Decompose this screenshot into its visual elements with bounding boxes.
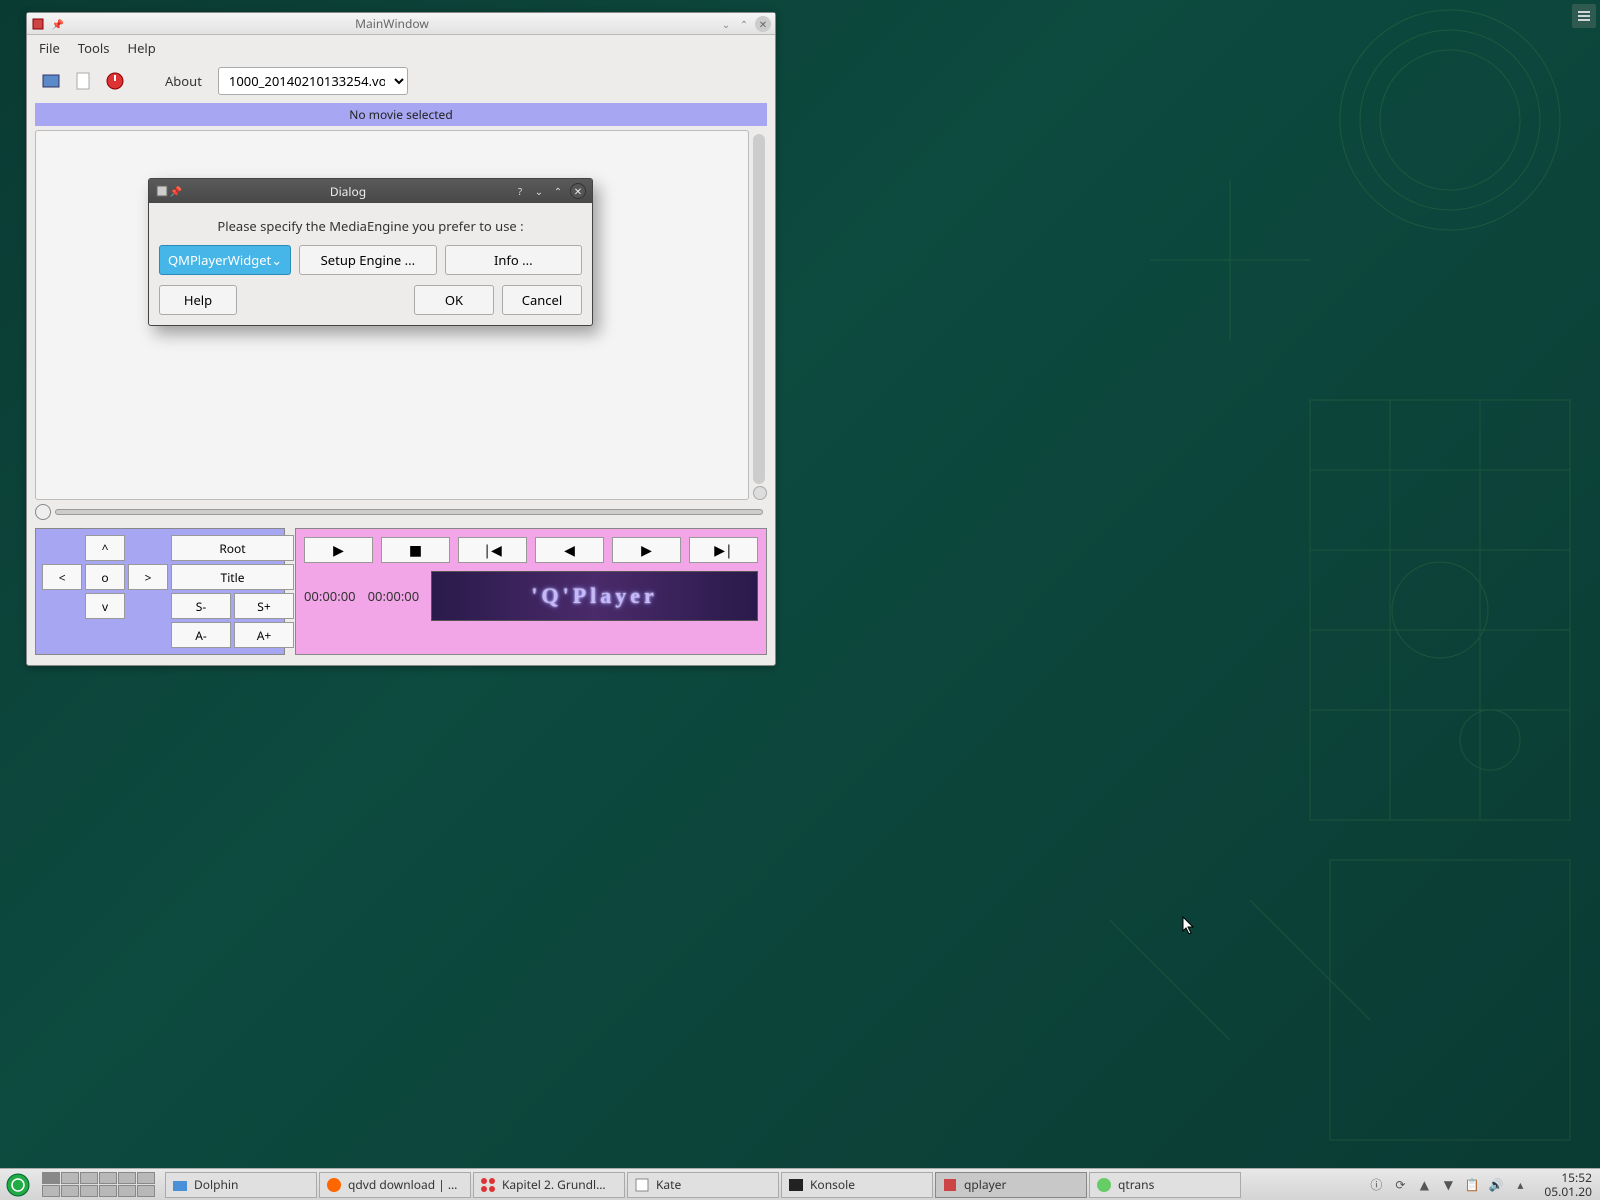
player-logo: 'Q'Player xyxy=(431,571,758,621)
seek-handle[interactable] xyxy=(35,504,51,520)
dialog-title: Dialog xyxy=(183,183,513,200)
toolbar-new-icon[interactable] xyxy=(71,69,95,93)
task-item-firefox[interactable]: qdvd download | … xyxy=(319,1172,471,1198)
subtitle-minus-button[interactable]: S- xyxy=(171,593,231,619)
menu-file[interactable]: File xyxy=(39,39,60,57)
dialog-titlebar[interactable]: 📌 Dialog ? ⌄ ⌃ ✕ xyxy=(149,179,592,203)
nav-down-button[interactable]: v xyxy=(85,593,125,619)
terminal-icon xyxy=(788,1177,804,1193)
desktop-blueprint-pattern xyxy=(1050,0,1600,1160)
nav-ok-button[interactable]: o xyxy=(85,564,125,590)
qtrans-icon xyxy=(1096,1177,1112,1193)
maximize-icon[interactable]: ⌃ xyxy=(737,17,751,31)
engine-select[interactable]: QMPlayerWidget ⌄ xyxy=(159,245,291,275)
rewind-button[interactable]: ◀ xyxy=(535,537,604,563)
tray-network-icon[interactable]: ▲ xyxy=(1416,1177,1432,1193)
forward-button[interactable]: ▶ xyxy=(612,537,681,563)
tray-clipboard-icon[interactable]: 📋 xyxy=(1464,1177,1480,1193)
dialog-ok-button[interactable]: OK xyxy=(414,285,494,315)
tray-update-icon[interactable]: ⟳ xyxy=(1392,1177,1408,1193)
dvd-nav-panel: ^ Root < o > Title v S- S+ A- A+ xyxy=(35,528,285,655)
time-total: 00:00:00 xyxy=(368,587,420,605)
main-window-titlebar[interactable]: 📌 MainWindow ⌄ ⌃ ✕ xyxy=(27,13,775,35)
desktop-pager[interactable] xyxy=(42,1172,155,1197)
scrollbar-thumb[interactable] xyxy=(753,134,765,484)
chevron-down-icon: ⌄ xyxy=(271,251,282,269)
tray-volume-icon[interactable]: 🔊 xyxy=(1488,1177,1504,1193)
tray-info-icon[interactable]: ⓘ xyxy=(1368,1177,1384,1193)
system-tray: ⓘ ⟳ ▲ ▼ 📋 🔊 ▴ xyxy=(1368,1177,1528,1193)
audio-plus-button[interactable]: A+ xyxy=(234,622,294,648)
toolbar-open-icon[interactable] xyxy=(39,69,63,93)
dialog-cancel-button[interactable]: Cancel xyxy=(502,285,582,315)
time-elapsed: 00:00:00 xyxy=(304,587,356,605)
viewer-scrollbar[interactable] xyxy=(753,130,767,500)
toolbar-power-icon[interactable] xyxy=(103,69,127,93)
tray-expand-icon[interactable]: ▴ xyxy=(1512,1177,1528,1193)
prev-button[interactable]: |◀ xyxy=(458,537,527,563)
next-button[interactable]: ▶| xyxy=(689,537,758,563)
kate-icon xyxy=(634,1177,650,1193)
seek-track[interactable] xyxy=(55,509,763,515)
engine-selected-label: QMPlayerWidget xyxy=(168,251,271,269)
task-item-dolphin[interactable]: Dolphin xyxy=(165,1172,317,1198)
desktop-menu-button[interactable] xyxy=(1572,4,1596,28)
minimize-icon[interactable]: ⌄ xyxy=(719,17,733,31)
nav-right-button[interactable]: > xyxy=(128,564,168,590)
task-items: Dolphin qdvd download | … Kapitel 2. Gru… xyxy=(165,1172,1356,1198)
playback-panel: ▶ ■ |◀ ◀ ▶ ▶| 00:00:00 00:00:00 'Q'Playe… xyxy=(295,528,767,655)
task-item-konsole[interactable]: Konsole xyxy=(781,1172,933,1198)
start-button[interactable] xyxy=(2,1171,34,1199)
setup-engine-button[interactable]: Setup Engine ... xyxy=(299,245,436,275)
main-window: 📌 MainWindow ⌄ ⌃ ✕ File Tools Help About… xyxy=(26,12,776,666)
mouse-cursor xyxy=(1182,916,1196,936)
task-item-qplayer[interactable]: qplayer xyxy=(935,1172,1087,1198)
dialog-shade-down-icon[interactable]: ⌄ xyxy=(532,184,546,198)
dialog-message: Please specify the MediaEngine you prefe… xyxy=(159,217,582,235)
task-item-kate[interactable]: Kate xyxy=(627,1172,779,1198)
pin-icon[interactable]: 📌 xyxy=(51,17,65,31)
media-engine-dialog: 📌 Dialog ? ⌄ ⌃ ✕ Please specify the Medi… xyxy=(148,178,593,326)
subtitle-plus-button[interactable]: S+ xyxy=(234,593,294,619)
scrollbar-handle[interactable] xyxy=(753,486,767,500)
app-icon xyxy=(31,17,45,31)
nav-up-button[interactable]: ^ xyxy=(85,535,125,561)
audio-minus-button[interactable]: A- xyxy=(171,622,231,648)
window-title: MainWindow xyxy=(65,15,719,32)
tray-bluetooth-icon[interactable]: ▼ xyxy=(1440,1177,1456,1193)
menu-help[interactable]: Help xyxy=(127,39,155,57)
clock-date: 05.01.20 xyxy=(1544,1185,1592,1198)
stop-button[interactable]: ■ xyxy=(381,537,450,563)
info-button[interactable]: Info ... xyxy=(445,245,582,275)
about-label[interactable]: About xyxy=(165,72,202,90)
dialog-shade-up-icon[interactable]: ⌃ xyxy=(551,184,565,198)
menubar: File Tools Help xyxy=(27,35,775,61)
dialog-help-icon[interactable]: ? xyxy=(513,184,527,198)
status-bar: No movie selected xyxy=(35,103,767,126)
dialog-help-button[interactable]: Help xyxy=(159,285,237,315)
dialog-pin-icon[interactable]: 📌 xyxy=(169,184,183,198)
task-item-help[interactable]: Kapitel 2. Grundl… xyxy=(473,1172,625,1198)
help-icon xyxy=(480,1177,496,1193)
taskbar: Dolphin qdvd download | … Kapitel 2. Gru… xyxy=(0,1168,1600,1200)
clock[interactable]: 15:52 05.01.20 xyxy=(1544,1171,1592,1197)
play-button[interactable]: ▶ xyxy=(304,537,373,563)
close-icon[interactable]: ✕ xyxy=(755,16,771,32)
file-select[interactable]: 1000_20140210133254.vob xyxy=(218,67,408,95)
nav-title-button[interactable]: Title xyxy=(171,564,294,590)
task-item-qtrans[interactable]: qtrans xyxy=(1089,1172,1241,1198)
qplayer-icon xyxy=(942,1177,958,1193)
dialog-close-icon[interactable]: ✕ xyxy=(570,183,586,199)
firefox-icon xyxy=(326,1177,342,1193)
seek-slider[interactable] xyxy=(35,504,767,520)
nav-root-button[interactable]: Root xyxy=(171,535,294,561)
menu-tools[interactable]: Tools xyxy=(78,39,110,57)
nav-left-button[interactable]: < xyxy=(42,564,82,590)
toolbar: About 1000_20140210133254.vob xyxy=(27,61,775,101)
folder-icon xyxy=(172,1177,188,1193)
dialog-app-icon xyxy=(155,184,169,198)
